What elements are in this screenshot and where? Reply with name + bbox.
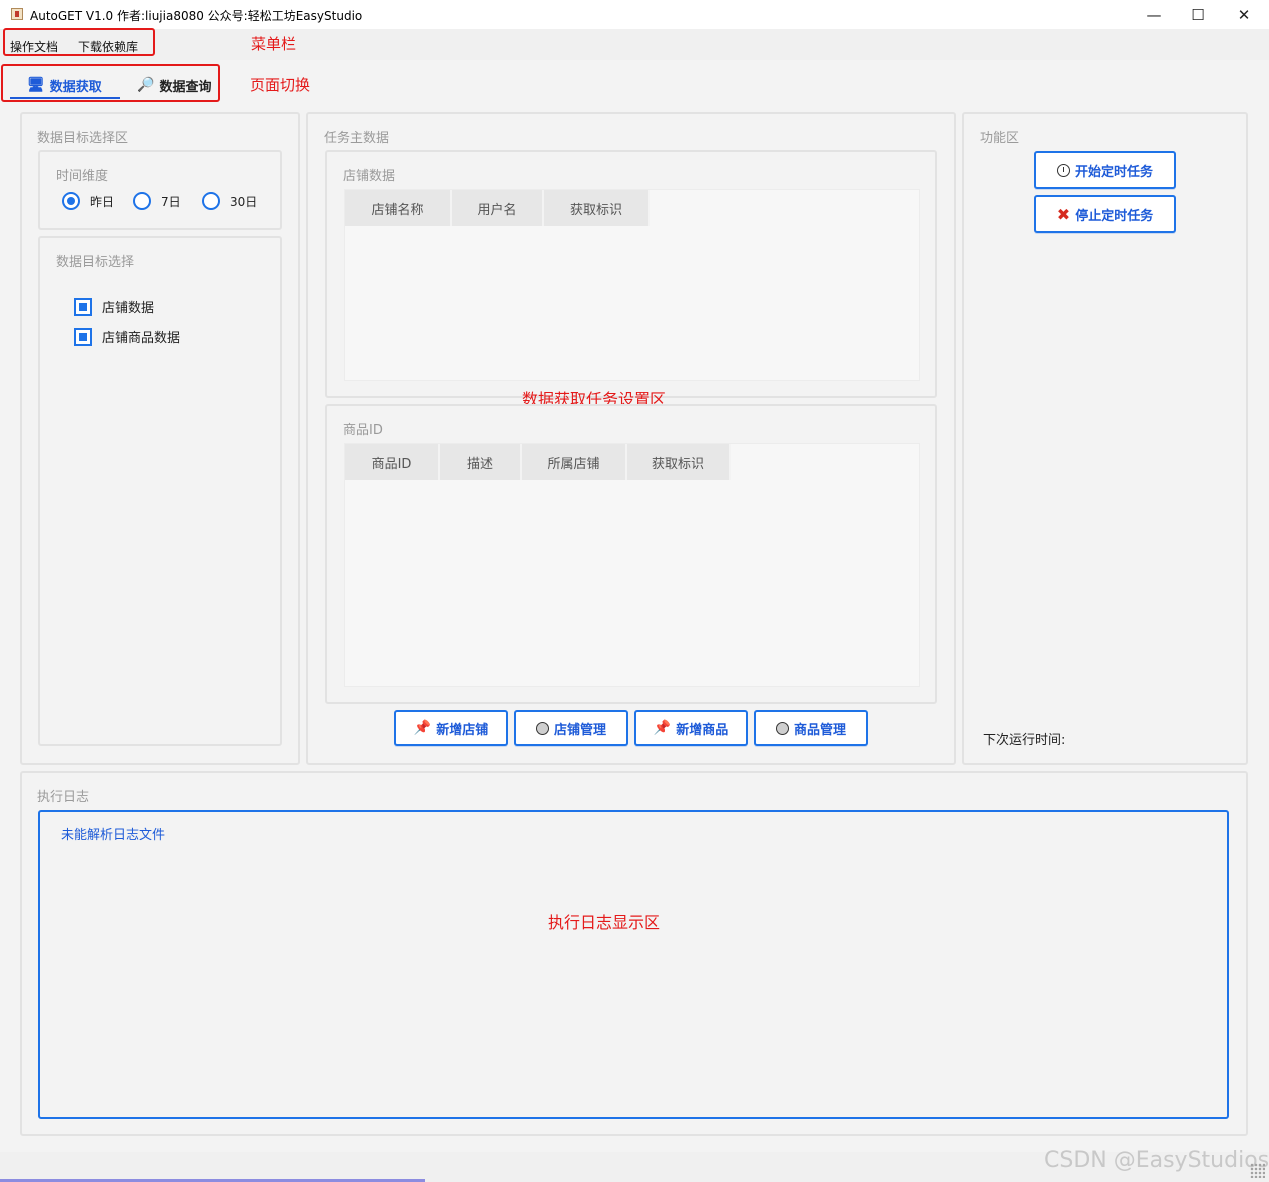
button-label: 新增商品	[676, 722, 729, 738]
resize-grip-icon[interactable]	[1250, 1163, 1265, 1178]
next-run-time-label: 下次运行时间:	[983, 733, 1066, 748]
maximize-button[interactable]: ☐	[1175, 0, 1221, 30]
manage-product-button[interactable]: 商品管理	[754, 710, 868, 746]
checkbox-label: 店铺数据	[102, 301, 155, 316]
manage-shop-button[interactable]: 店铺管理	[514, 710, 628, 746]
circle-icon	[775, 721, 789, 735]
radio-7days[interactable]: 7日	[133, 192, 181, 210]
panel-title: 任务主数据	[324, 131, 390, 146]
radio-label: 昨日	[90, 194, 115, 209]
group-title: 时间维度	[56, 169, 109, 184]
radio-button[interactable]	[202, 192, 220, 210]
button-label: 店铺管理	[553, 722, 606, 738]
table-header: 商品ID 描述 所属店铺 获取标识	[345, 444, 731, 480]
start-schedule-button[interactable]: 开始定时任务	[1034, 151, 1176, 189]
stop-schedule-button[interactable]: ✖ 停止定时任务	[1034, 195, 1176, 233]
group-title: 商品ID	[343, 423, 383, 438]
tabs-annotation: 页面切换	[250, 76, 311, 94]
radio-button[interactable]	[62, 192, 80, 210]
product-table[interactable]: 商品ID 描述 所属店铺 获取标识	[344, 443, 920, 687]
close-button[interactable]: ✕	[1221, 0, 1267, 30]
checkbox[interactable]	[74, 327, 92, 346]
column-header[interactable]: 商品ID	[345, 444, 440, 480]
product-id-group: 商品ID 商品ID 描述 所属店铺 获取标识	[325, 404, 937, 704]
checkbox-label: 店铺商品数据	[102, 331, 181, 346]
column-header[interactable]: 获取标识	[627, 444, 731, 480]
shop-table[interactable]: 店铺名称 用户名 获取标识	[344, 189, 920, 381]
app-icon	[11, 8, 23, 20]
radio-label: 30日	[230, 194, 258, 209]
add-shop-button[interactable]: 📌 新增店铺	[394, 710, 508, 746]
column-header[interactable]: 用户名	[452, 190, 544, 226]
button-label: 开始定时任务	[1074, 164, 1153, 180]
shop-data-group: 店铺数据 店铺名称 用户名 获取标识	[325, 150, 937, 398]
radio-label: 7日	[161, 194, 181, 209]
window-title: AutoGET V1.0 作者:liujia8080 公众号:轻松工坊EasyS…	[30, 9, 363, 23]
table-header: 店铺名称 用户名 获取标识	[345, 190, 650, 226]
panel-title: 功能区	[980, 131, 1020, 146]
log-content: 未能解析日志文件	[61, 828, 166, 843]
checkbox[interactable]	[74, 297, 92, 316]
button-label: 商品管理	[793, 722, 846, 738]
panel-title: 执行日志	[37, 790, 90, 805]
title-bar: AutoGET V1.0 作者:liujia8080 公众号:轻松工坊EasyS…	[0, 0, 1269, 30]
column-header[interactable]: 店铺名称	[345, 190, 452, 226]
tabs-annotation-box	[1, 64, 220, 102]
menubar-annotation-box	[3, 28, 155, 56]
group-title: 店铺数据	[343, 169, 396, 184]
time-dimension-group: 时间维度 昨日 7日 30日	[38, 150, 282, 230]
pushpin-icon: 📌	[653, 720, 672, 736]
column-header[interactable]: 描述	[440, 444, 522, 480]
button-label: 新增店铺	[436, 722, 489, 738]
log-area-annotation: 执行日志显示区	[548, 913, 661, 932]
column-header[interactable]: 获取标识	[544, 190, 650, 226]
button-label: 停止定时任务	[1075, 208, 1154, 224]
radio-button[interactable]	[133, 192, 151, 210]
watermark: CSDN @EasyStudios	[1044, 1148, 1269, 1173]
group-title: 数据目标选择	[56, 255, 135, 270]
minimize-button[interactable]: —	[1131, 0, 1177, 30]
pushpin-icon: 📌	[413, 720, 432, 736]
menubar-annotation: 菜单栏	[251, 35, 297, 53]
checkbox-shop-data[interactable]: 店铺数据	[74, 297, 154, 316]
stopwatch-icon	[1056, 163, 1070, 177]
add-product-button[interactable]: 📌 新增商品	[634, 710, 748, 746]
radio-30days[interactable]: 30日	[202, 192, 257, 210]
checkbox-shop-product-data[interactable]: 店铺商品数据	[74, 327, 180, 346]
radio-yesterday[interactable]: 昨日	[62, 192, 114, 210]
menu-bar: 操作文档 下载依赖库	[0, 30, 1269, 60]
target-checkbox-group: 数据目标选择 店铺数据 店铺商品数据	[38, 236, 282, 746]
close-x-icon: ✖	[1056, 204, 1071, 224]
column-header[interactable]: 所属店铺	[522, 444, 627, 480]
panel-title: 数据目标选择区	[37, 131, 129, 146]
log-text-area[interactable]: 未能解析日志文件	[38, 810, 1229, 1119]
circle-icon	[535, 721, 549, 735]
